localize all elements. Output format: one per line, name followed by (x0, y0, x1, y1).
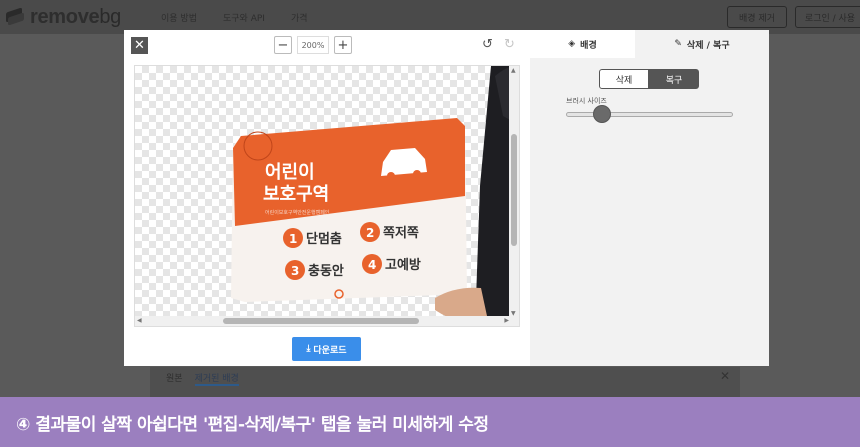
download-label: 다운로드 (313, 345, 347, 356)
erase-option[interactable]: 삭제 (599, 69, 649, 89)
sign-item3-text: 충동안 (308, 263, 344, 279)
redo-icon[interactable]: ↻ (504, 37, 515, 52)
image-canvas[interactable]: 어린이 보호구역 어린이보호구역안전운행캠페인 1 단멈춤 2 쪽저쪽 3 충동… (134, 65, 520, 327)
instruction-caption: ④ 결과물이 살짝 아쉽다면 '편집-삭제/복구' 탭을 눌러 미세하게 수정 (0, 397, 860, 447)
login-button[interactable]: 로그인 / 사용 (795, 6, 860, 28)
edit-tabs: ◈ 배경 ✎ 삭제 / 복구 (530, 30, 769, 58)
restore-option[interactable]: 복구 (649, 69, 699, 89)
tab-erase-restore-label: 삭제 / 복구 (686, 40, 730, 51)
sign-item1-text: 단멈춤 (306, 231, 342, 247)
brush-size-slider-thumb[interactable] (593, 105, 611, 123)
logo-text: remove (30, 5, 100, 28)
nav-how-to[interactable]: 이용 방법 (161, 11, 197, 24)
edited-image: 어린이 보호구역 어린이보호구역안전운행캠페인 1 단멈춤 2 쪽저쪽 3 충동… (231, 66, 519, 326)
edit-settings-panel: ◈ 배경 ✎ 삭제 / 복구 삭제 복구 브러시 사이즈 (530, 30, 769, 366)
horizontal-scroll-thumb[interactable] (223, 318, 419, 324)
sign-small-text: 어린이보호구역안전운행캠페인 (265, 209, 330, 216)
logo-mark-icon (6, 10, 24, 24)
download-button[interactable]: ⤓ 다운로드 (292, 337, 361, 361)
nav-pricing[interactable]: 가격 (291, 11, 308, 24)
result-panel-behind: 원본 제거된 배경 ✕ (150, 367, 740, 397)
brush-icon: ✎ (674, 39, 682, 49)
nav-tools-api[interactable]: 도구와 API (223, 11, 265, 24)
sign-item4-text: 고예방 (385, 257, 421, 273)
vertical-scrollbar[interactable]: ▲ ▼ (509, 66, 519, 318)
caption-text: ④ 결과물이 살짝 아쉽다면 '편집-삭제/복구' 탭을 눌러 미세하게 수정 (16, 414, 489, 435)
tab-background-label: 배경 (580, 40, 597, 51)
main-nav: 이용 방법 도구와 API 가격 (161, 11, 308, 24)
undo-icon[interactable]: ↺ (482, 37, 493, 52)
sign-item4-number: 4 (368, 258, 376, 272)
zoom-controls: − 200% + (274, 36, 352, 54)
zoom-level: 200% (297, 36, 329, 54)
layers-icon: ◈ (568, 39, 576, 49)
sign-item2-text: 쪽저쪽 (383, 226, 419, 241)
brush-size-slider[interactable] (566, 112, 733, 117)
removebg-logo[interactable]: removebg (6, 6, 121, 29)
edit-modal: ✕ − 200% + ↺ ↻ 어린이 보호구역 어린이보호구역안전운행캠페인 1… (124, 30, 769, 366)
close-icon[interactable]: ✕ (720, 369, 730, 383)
zoom-in-button[interactable]: + (334, 36, 352, 54)
horizontal-scrollbar[interactable]: ◀ ▶ (135, 316, 519, 326)
tab-erase-restore[interactable]: ✎ 삭제 / 복구 (635, 30, 769, 58)
modal-close-button[interactable]: ✕ (131, 37, 148, 54)
download-icon: ⤓ (306, 344, 311, 354)
erase-restore-toggle: 삭제 복구 (599, 69, 699, 89)
editor-canvas-area: ✕ − 200% + ↺ ↻ 어린이 보호구역 어린이보호구역안전운행캠페인 1… (124, 30, 530, 366)
sign-title-line1: 어린이 (265, 162, 315, 183)
tab-removed-background[interactable]: 제거된 배경 (194, 371, 239, 386)
logo-suffix: bg (99, 5, 122, 28)
sign-title-line2: 보호구역 (263, 184, 329, 205)
zoom-out-button[interactable]: − (274, 36, 292, 54)
vertical-scroll-thumb[interactable] (511, 134, 517, 246)
sign-item3-number: 3 (291, 264, 299, 278)
tab-original[interactable]: 원본 (166, 371, 183, 386)
tab-background[interactable]: ◈ 배경 (530, 30, 635, 58)
remove-background-button[interactable]: 배경 제거 (727, 6, 787, 28)
sign-item1-number: 1 (289, 232, 297, 246)
sign-item2-number: 2 (366, 226, 374, 240)
top-navigation-bar: removebg 이용 방법 도구와 API 가격 배경 제거 로그인 / 사용 (0, 0, 860, 34)
